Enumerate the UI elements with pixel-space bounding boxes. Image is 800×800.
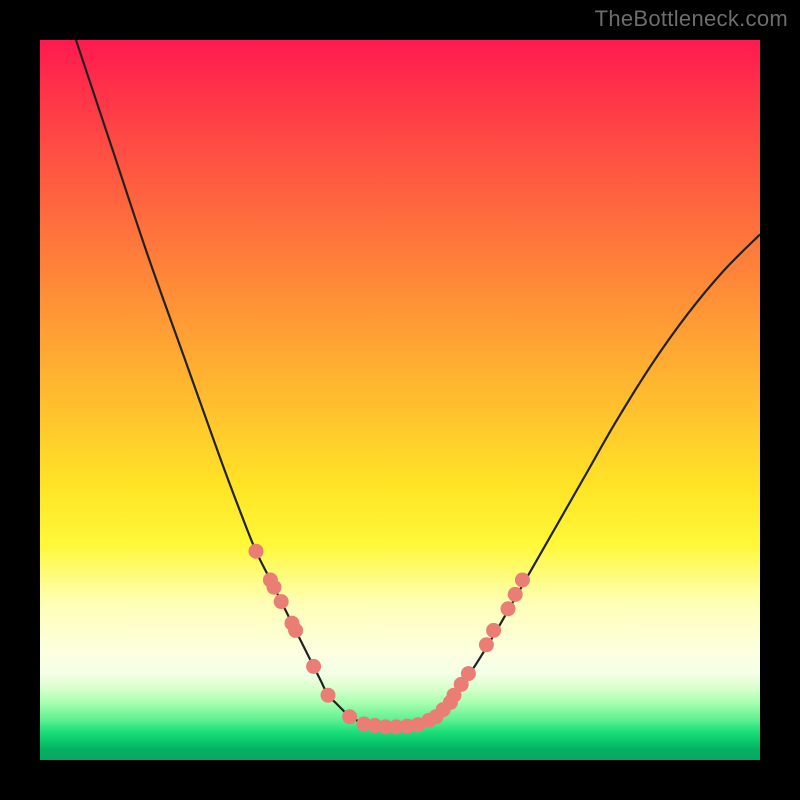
watermark-text: TheBottleneck.com <box>595 6 788 32</box>
data-point <box>461 666 476 681</box>
data-point-markers <box>249 544 530 735</box>
data-point <box>486 623 501 638</box>
data-point <box>342 709 357 724</box>
data-point <box>274 594 289 609</box>
data-point <box>288 623 303 638</box>
curve-left-branch <box>76 40 364 724</box>
data-point <box>321 688 336 703</box>
curve-right-branch <box>422 234 760 724</box>
data-point <box>501 601 516 616</box>
data-point <box>515 573 530 588</box>
data-point <box>479 637 494 652</box>
bottleneck-curve <box>76 40 760 727</box>
data-point <box>508 587 523 602</box>
data-point <box>306 659 321 674</box>
curve-layer <box>40 40 760 760</box>
chart-frame: TheBottleneck.com <box>0 0 800 800</box>
plot-area <box>40 40 760 760</box>
data-point <box>249 544 264 559</box>
data-point <box>267 580 282 595</box>
